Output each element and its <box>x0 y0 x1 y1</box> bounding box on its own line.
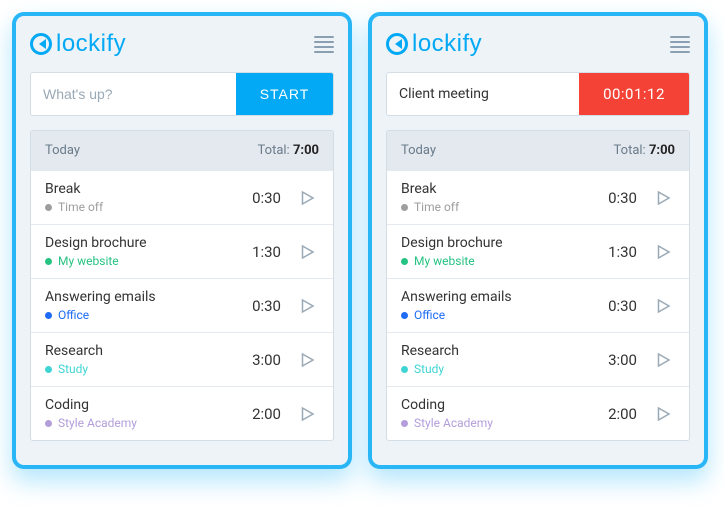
entry-title: Design brochure <box>401 235 598 251</box>
entry-duration: 1:30 <box>252 243 281 261</box>
entry-info: Design brochure My website <box>401 235 598 268</box>
play-icon[interactable] <box>651 240 675 264</box>
entry-title: Research <box>45 343 242 359</box>
timer-row: Client meeting 00:01:12 <box>386 72 690 116</box>
entry-project: My website <box>401 254 598 268</box>
entry-info: Coding Style Academy <box>401 397 598 430</box>
time-entry: Research Study 3:00 <box>31 332 333 386</box>
entry-info: Coding Style Academy <box>45 397 242 430</box>
list-header: Today Total: 7:00 <box>387 131 689 170</box>
entries-container-1: Break Time off 0:30 Design brochure My websi… <box>387 170 689 440</box>
entry-duration: 2:00 <box>608 405 637 423</box>
total-label: Total: 7:00 <box>258 143 319 158</box>
time-entry: Coding Style Academy 2:00 <box>387 386 689 440</box>
app-logo: lockify <box>386 30 482 58</box>
time-entry: Break Time off 0:30 <box>387 170 689 224</box>
entry-duration: 0:30 <box>608 297 637 315</box>
entry-duration: 3:00 <box>252 351 281 369</box>
entry-title: Coding <box>401 397 598 413</box>
time-entry: Design brochure My website 1:30 <box>31 224 333 278</box>
entry-info: Research Study <box>401 343 598 376</box>
time-entry: Research Study 3:00 <box>387 332 689 386</box>
tracker-panel: lockify START Today Total: 7:00 Break Tim… <box>12 12 352 469</box>
entry-duration: 2:00 <box>252 405 281 423</box>
project-dot-icon <box>45 312 52 319</box>
entry-title: Design brochure <box>45 235 242 251</box>
entry-project: Time off <box>45 200 242 214</box>
total-label: Total: 7:00 <box>614 143 675 158</box>
entry-info: Design brochure My website <box>45 235 242 268</box>
project-dot-icon <box>45 258 52 265</box>
entry-title: Research <box>401 343 598 359</box>
play-icon[interactable] <box>651 348 675 372</box>
entry-duration: 0:30 <box>252 297 281 315</box>
entry-duration: 3:00 <box>608 351 637 369</box>
project-dot-icon <box>45 420 52 427</box>
stop-button[interactable]: 00:01:12 <box>579 73 689 115</box>
entry-title: Answering emails <box>401 289 598 305</box>
entry-title: Break <box>45 181 242 197</box>
time-entry: Break Time off 0:30 <box>31 170 333 224</box>
entry-info: Break Time off <box>45 181 242 214</box>
entries-container-0: Break Time off 0:30 Design brochure My websi… <box>31 170 333 440</box>
project-dot-icon <box>401 204 408 211</box>
entry-info: Answering emails Office <box>45 289 242 322</box>
entry-project: My website <box>45 254 242 268</box>
play-icon[interactable] <box>295 402 319 426</box>
clock-icon <box>30 33 52 55</box>
project-dot-icon <box>401 258 408 265</box>
entry-duration: 0:30 <box>608 189 637 207</box>
tracker-panel: lockify Client meeting 00:01:12 Today To… <box>368 12 708 469</box>
project-dot-icon <box>401 366 408 373</box>
entry-project: Time off <box>401 200 598 214</box>
list-header: Today Total: 7:00 <box>31 131 333 170</box>
entry-project: Study <box>401 362 598 376</box>
time-entry: Coding Style Academy 2:00 <box>31 386 333 440</box>
play-icon[interactable] <box>295 294 319 318</box>
play-icon[interactable] <box>295 348 319 372</box>
play-icon[interactable] <box>295 240 319 264</box>
day-label: Today <box>401 143 436 158</box>
entry-info: Research Study <box>45 343 242 376</box>
app-logo: lockify <box>30 30 126 58</box>
day-label: Today <box>45 143 80 158</box>
time-entry: Design brochure My website 1:30 <box>387 224 689 278</box>
project-dot-icon <box>401 312 408 319</box>
play-icon[interactable] <box>651 402 675 426</box>
entry-project: Style Academy <box>401 416 598 430</box>
project-dot-icon <box>401 420 408 427</box>
entries-list: Today Total: 7:00 Break Time off 0:30 Desig… <box>30 130 334 441</box>
task-input[interactable] <box>31 73 236 115</box>
play-icon[interactable] <box>651 186 675 210</box>
entry-duration: 1:30 <box>608 243 637 261</box>
panel-header: lockify <box>386 30 690 58</box>
time-entry: Answering emails Office 0:30 <box>387 278 689 332</box>
entry-info: Answering emails Office <box>401 289 598 322</box>
menu-icon[interactable] <box>670 36 690 53</box>
clock-icon <box>386 33 408 55</box>
entry-title: Break <box>401 181 598 197</box>
entry-project: Office <box>401 308 598 322</box>
project-dot-icon <box>45 204 52 211</box>
time-entry: Answering emails Office 0:30 <box>31 278 333 332</box>
entries-list: Today Total: 7:00 Break Time off 0:30 Desig… <box>386 130 690 441</box>
entry-project: Style Academy <box>45 416 242 430</box>
entry-duration: 0:30 <box>252 189 281 207</box>
task-input[interactable]: Client meeting <box>387 73 579 115</box>
menu-icon[interactable] <box>314 36 334 53</box>
panel-header: lockify <box>30 30 334 58</box>
entry-info: Break Time off <box>401 181 598 214</box>
project-dot-icon <box>45 366 52 373</box>
start-button[interactable]: START <box>236 73 333 115</box>
play-icon[interactable] <box>295 186 319 210</box>
entry-title: Answering emails <box>45 289 242 305</box>
entry-project: Study <box>45 362 242 376</box>
entry-title: Coding <box>45 397 242 413</box>
play-icon[interactable] <box>651 294 675 318</box>
entry-project: Office <box>45 308 242 322</box>
timer-row: START <box>30 72 334 116</box>
